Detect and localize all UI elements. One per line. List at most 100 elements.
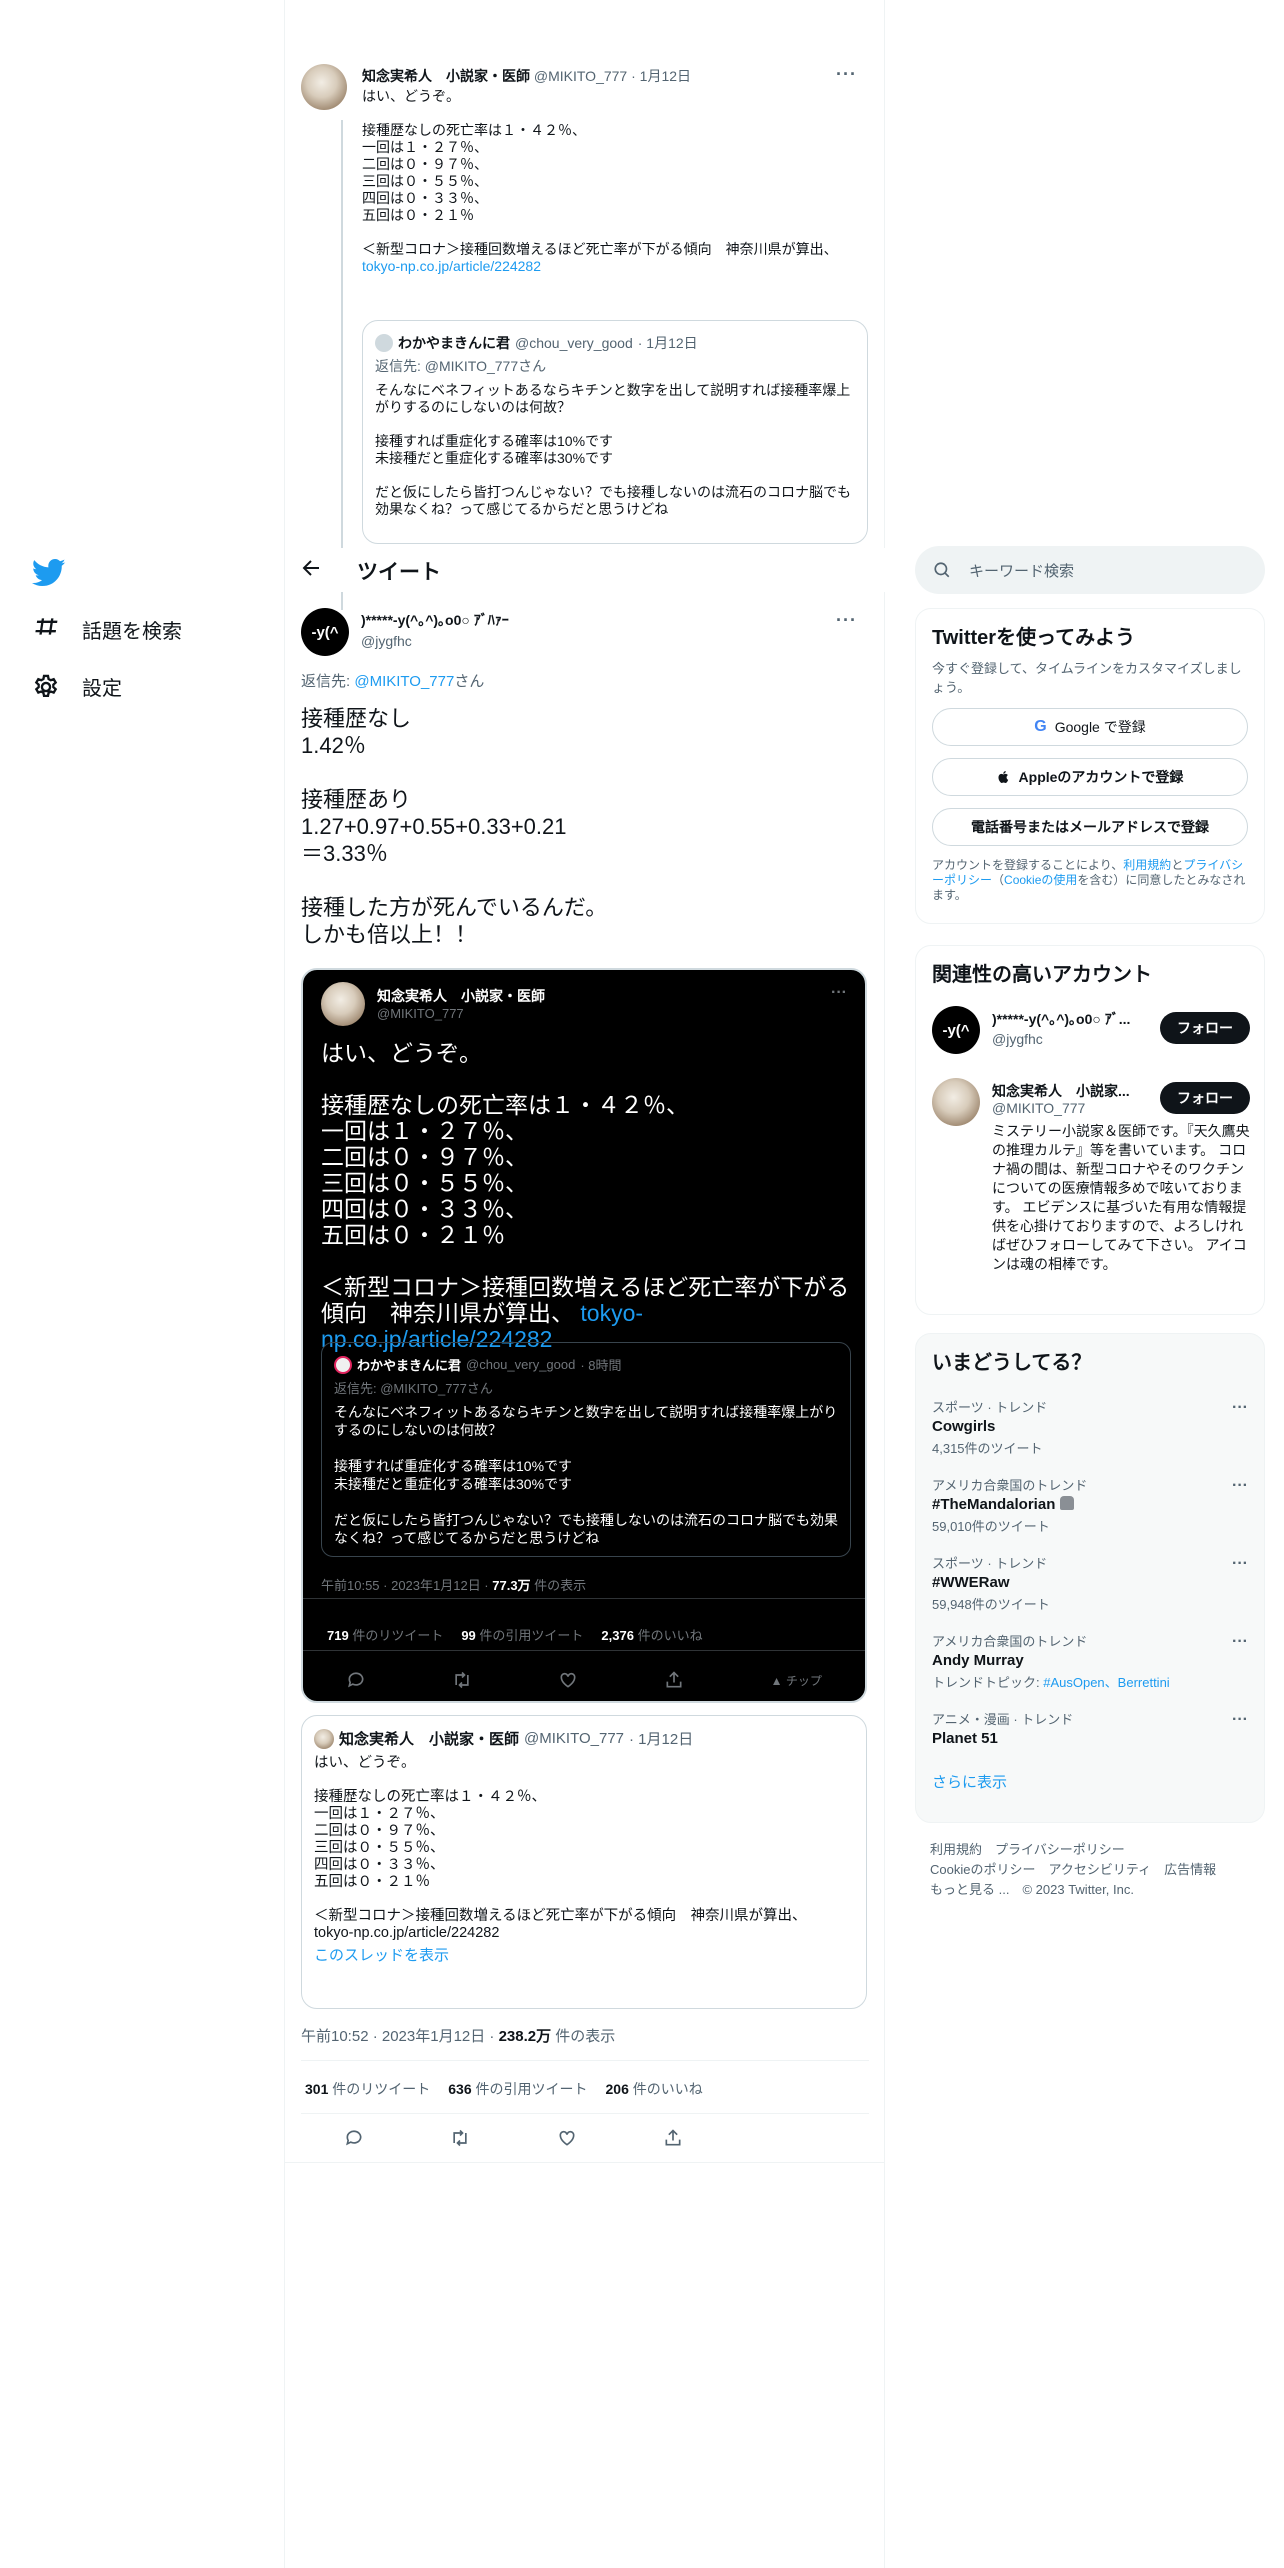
show-more-link[interactable]: さらに表示 [916,1755,1264,1808]
terms-text: アカウントを登録することにより、 [932,858,1124,872]
avatar[interactable]: -y(^ [301,608,349,656]
follow-button[interactable]: フォロー [1160,1082,1250,1114]
search-input[interactable]: キーワード検索 [915,546,1265,594]
hash-icon [35,617,58,635]
reply-handle[interactable]: @MIKITO_777 [354,673,454,690]
likes-stat[interactable]: 206 件のいいね [606,2079,703,2099]
author-handle: @MIKITO_777 [524,1730,625,1747]
quotes-stat[interactable]: 636 件の引用ツイート [448,2079,587,2099]
terms-link[interactable]: 利用規約 [1123,858,1171,872]
more-icon: ··· [831,984,847,1001]
quoted-tweet[interactable]: 知念実希人 小説家・医師 @MIKITO_777 · 1月12日 はい、どうぞ。… [301,1715,867,2009]
back-arrow-icon[interactable] [299,556,323,580]
author-name[interactable]: )*****-y(^｡^)｡o0○ ｱﾞﾊｧｰ [361,610,509,630]
author-name[interactable]: 知念実希人 小説家・医師 [362,68,530,84]
footer-link[interactable]: Cookieのポリシー [930,1862,1035,1877]
author-handle[interactable]: @MIKITO_777 [534,68,627,84]
retweets-stat[interactable]: 301 件のリツイート [305,2079,430,2099]
tweet-stats: 301 件のリツイート 636 件の引用ツイート 206 件のいいね [305,2079,703,2099]
trend-count: 59,948件のツイート [932,1597,1050,1612]
retweet-icon [455,1671,469,1689]
search-icon [934,562,950,578]
reply-to: 返信先: @MIKITO_777さん [334,1381,493,1396]
meta-time[interactable]: 午前10:52 · 2023年1月12日 · [301,2028,499,2045]
author-name: わかやまきんに君 [357,1358,462,1373]
heart-icon[interactable] [557,2128,577,2148]
footer-link[interactable]: アクセシビリティ [1048,1862,1151,1877]
tweet-date: · 1月12日 [637,335,698,351]
phone-signup-label: 電話番号またはメールアドレスで登録 [971,819,1209,835]
avatar[interactable] [375,334,393,352]
trend-item[interactable]: スポーツ · トレンド Cowgirls 4,315件のツイート ··· [916,1387,1264,1465]
account-item[interactable]: -y(^ )*****-y(^｡^)｡o0○ ｱﾞ... @jygfhc フォロ… [932,1006,1250,1062]
reply-prefix: 返信先: [301,673,355,690]
account-bio: ミステリー小説家＆医師です。『天久鷹央の推理カルテ』等を書いています。 コロナ禍… [992,1123,1250,1272]
footer-link[interactable]: プライバシーポリシー [995,1842,1125,1857]
apple-signup-label: Appleのアカウントで登録 [1018,769,1184,785]
cookie-link[interactable]: Cookieの使用 [1004,873,1077,887]
avatar [314,1728,334,1749]
tip-button: ▲ チップ [770,1673,822,1688]
google-signup-button[interactable]: G Google で登録 [932,708,1248,746]
tweet-text: 接種歴なし 1.42％ 接種歴あり 1.27+0.97+0.55+0.33+0.… [301,706,608,947]
author-name: 知念実希人 小説家・医師 [377,988,545,1004]
quote-text: そんなにベネフィットあるならキチンと数字を出して説明すれば接種率爆上がりするのに… [334,1404,838,1546]
more-icon[interactable]: ··· [1232,1555,1248,1573]
copyright: © 2023 Twitter, Inc. [1022,1882,1134,1897]
author-name: 知念実希人 小説家・医師 [339,1731,520,1748]
more-icon[interactable]: ··· [1232,1399,1248,1417]
account-item[interactable]: 知念実希人 小説家... @MIKITO_777 フォロー ミステリー小説家＆医… [932,1078,1250,1308]
footer-more-link[interactable]: もっと見る ... [930,1882,1009,1897]
trend-category: アメリカ合衆国のトレンド [932,1478,1088,1493]
trend-name: #TheMandalorian [932,1496,1056,1513]
likes-count: 2,376 [601,1628,634,1643]
page-title: ツイート [357,561,441,584]
reply-suffix: さん [454,673,485,690]
apple-signup-button[interactable]: Appleのアカウントで登録 [932,758,1248,796]
more-icon[interactable]: ··· [836,64,857,85]
quotes-count: 636 [448,2081,472,2097]
more-icon[interactable]: ··· [836,610,857,631]
tweet-date[interactable]: · 1月12日 [631,68,691,84]
author-handle[interactable]: @jygfhc [361,633,412,649]
avatar[interactable] [301,64,347,110]
right-sidebar: キーワード検索 Twitterを使ってみよう 今すぐ登録して、タイムラインをカス… [885,0,1284,2568]
more-icon[interactable]: ··· [1232,1633,1248,1651]
attached-screenshot-image[interactable]: 知念実希人 小説家・医師 @MIKITO_777 ··· はい、どうぞ。 接種歴… [301,968,867,1703]
retweet-icon[interactable] [450,2128,470,2148]
show-thread-link[interactable]: このスレッドを表示 [314,1944,854,1965]
trend-item[interactable]: アニメ・漫画 · トレンド Planet 51 ··· [916,1699,1264,1755]
quoted-reply[interactable]: わかやまきんに君 @chou_very_good · 1月12日 返信先: @M… [362,320,868,544]
share-icon[interactable] [663,2128,683,2148]
trend-category: アニメ・漫画 · トレンド [932,1712,1074,1727]
nav-settings[interactable]: 設定 [32,672,122,701]
footer-link[interactable]: 広告情報 [1164,1862,1216,1877]
phone-signup-button[interactable]: 電話番号またはメールアドレスで登録 [932,808,1248,846]
quoted-reply: わかやまきんに君 @chou_very_good · 8時間 返信先: @MIK… [321,1342,851,1557]
more-icon[interactable]: ··· [1232,1711,1248,1729]
likes-label: 件のいいね [628,2081,703,2097]
related-title: 関連性の高いアカウント [932,964,1152,986]
trend-item[interactable]: アメリカ合衆国のトレンド #TheMandalorian 59,010件のツイー… [916,1465,1264,1543]
signup-terms: アカウントを登録することにより、利用規約とプライバシーポリシー（Cookieの使… [916,858,1264,903]
reply-icon[interactable] [344,2128,364,2148]
retweets-count: 301 [305,2081,329,2097]
retweets-label: 件のリツイート [348,1628,444,1643]
follow-button[interactable]: フォロー [1160,1012,1250,1044]
footer-links: 利用規約 プライバシーポリシー Cookieのポリシー アクセシビリティ 広告情… [930,1840,1260,1900]
footer-link[interactable]: 利用規約 [930,1842,982,1857]
more-icon[interactable]: ··· [1232,1477,1248,1495]
trend-item[interactable]: スポーツ · トレンド #WWERaw 59,948件のツイート ··· [916,1543,1264,1621]
nav-explore[interactable]: 話題を検索 [32,615,182,644]
signup-title: Twitterを使ってみよう [932,627,1136,649]
trend-item[interactable]: アメリカ合衆国のトレンド Andy Murray トレンドトピック: #AusO… [916,1621,1264,1699]
twitter-bird-icon[interactable] [32,555,66,589]
trend-topic-link[interactable]: #AusOpen、Berrettini [1043,1675,1169,1690]
account-name: )*****-y(^｡^)｡o0○ ｱﾞ... [992,1011,1131,1027]
gear-icon [34,674,58,697]
google-signup-label: Google で登録 [1054,719,1146,735]
tweet-link[interactable]: tokyo-np.co.jp/article/224282 [362,258,541,274]
tweet-meta: 午前10:52 · 2023年1月12日 · 238.2万 件の表示 [301,2025,615,2046]
terms-text: （ [992,873,1005,887]
nav-explore-label: 話題を検索 [82,621,182,643]
